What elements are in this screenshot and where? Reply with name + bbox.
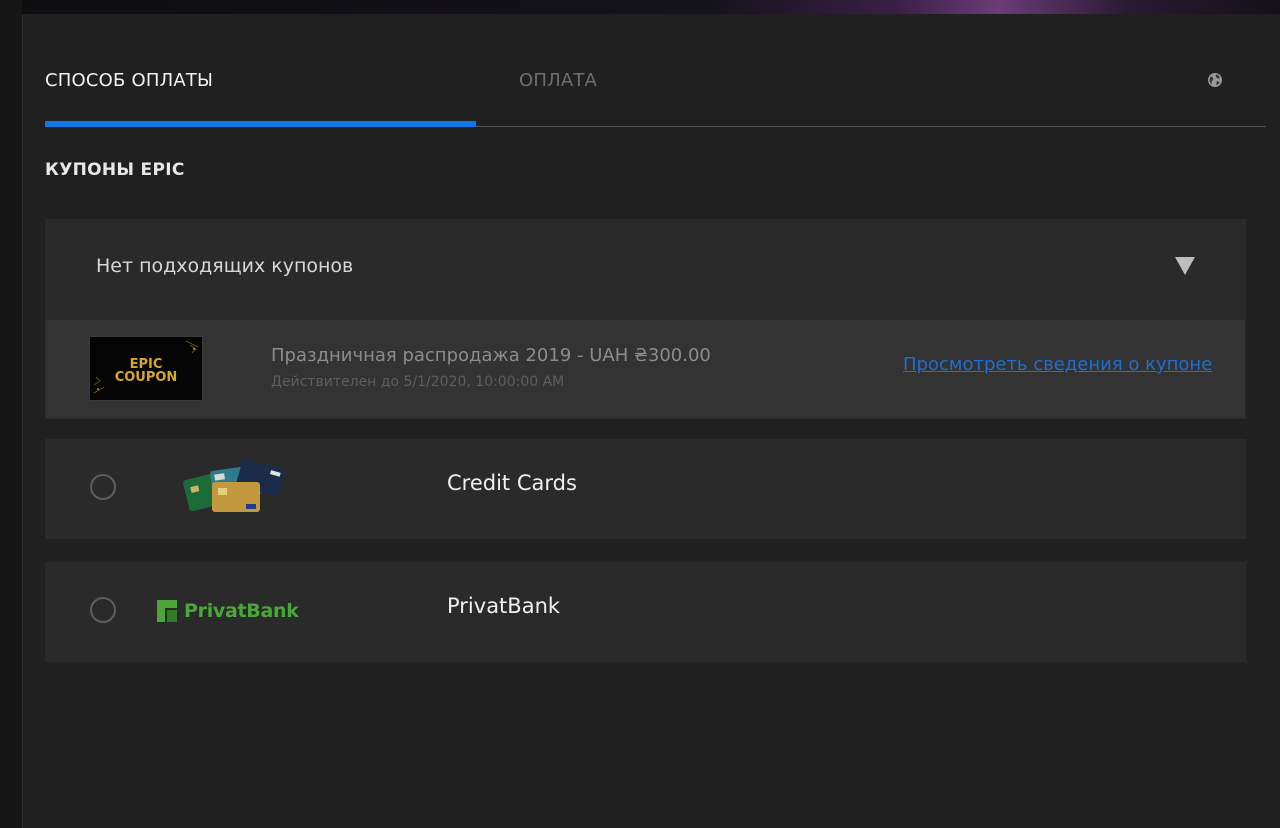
coupon-dropdown-value: Нет подходящих купонов	[96, 255, 354, 277]
active-tab-indicator	[45, 121, 476, 127]
tab-payment-method[interactable]: СПОСОБ ОПЛАТЫ	[45, 70, 213, 91]
privatbank-radio[interactable]	[90, 597, 116, 623]
coupon-badge-line2: COUPON	[115, 370, 178, 385]
caret-down-icon	[1175, 257, 1195, 275]
payment-option-privatbank[interactable]: PrivatBank PrivatBank	[45, 562, 1246, 662]
coupon-badge-art: EPIC COUPON	[93, 340, 199, 394]
checkout-panel: СПОСОБ ОПЛАТЫ ОПЛАТА КУПОНЫ EPIC Нет под…	[22, 14, 1280, 828]
privatbank-logo-text: PrivatBank	[184, 600, 299, 622]
tab-bar: СПОСОБ ОПЛАТЫ ОПЛАТА	[45, 14, 1266, 127]
credit-cards-radio[interactable]	[90, 474, 116, 500]
coupons-section-title: КУПОНЫ EPIC	[45, 160, 185, 180]
tab-payment[interactable]: ОПЛАТА	[519, 70, 597, 91]
globe-icon[interactable]	[1207, 72, 1223, 88]
payment-option-credit-cards[interactable]: Credit Cards	[45, 439, 1246, 539]
background-strip	[0, 0, 1280, 14]
credit-cards-icon	[183, 458, 285, 512]
credit-cards-label: Credit Cards	[447, 471, 577, 495]
privatbank-mark-icon	[157, 600, 177, 622]
coupon-validity: Действителен до 5/1/2020, 10:00:00 AM	[271, 374, 565, 390]
left-edge	[0, 0, 22, 828]
privatbank-label: PrivatBank	[447, 594, 561, 618]
coupon-name: Праздничная распродажа 2019 - UAH ₴300.0…	[271, 345, 711, 366]
epic-coupon-badge: EPIC COUPON	[89, 336, 203, 401]
coupon-dropdown[interactable]: Нет подходящих купонов	[45, 219, 1246, 319]
coupon-item: EPIC COUPON Праздничная распродажа 2019 …	[45, 319, 1246, 419]
coupon-details-link[interactable]: Просмотреть сведения о купоне	[903, 354, 1212, 375]
